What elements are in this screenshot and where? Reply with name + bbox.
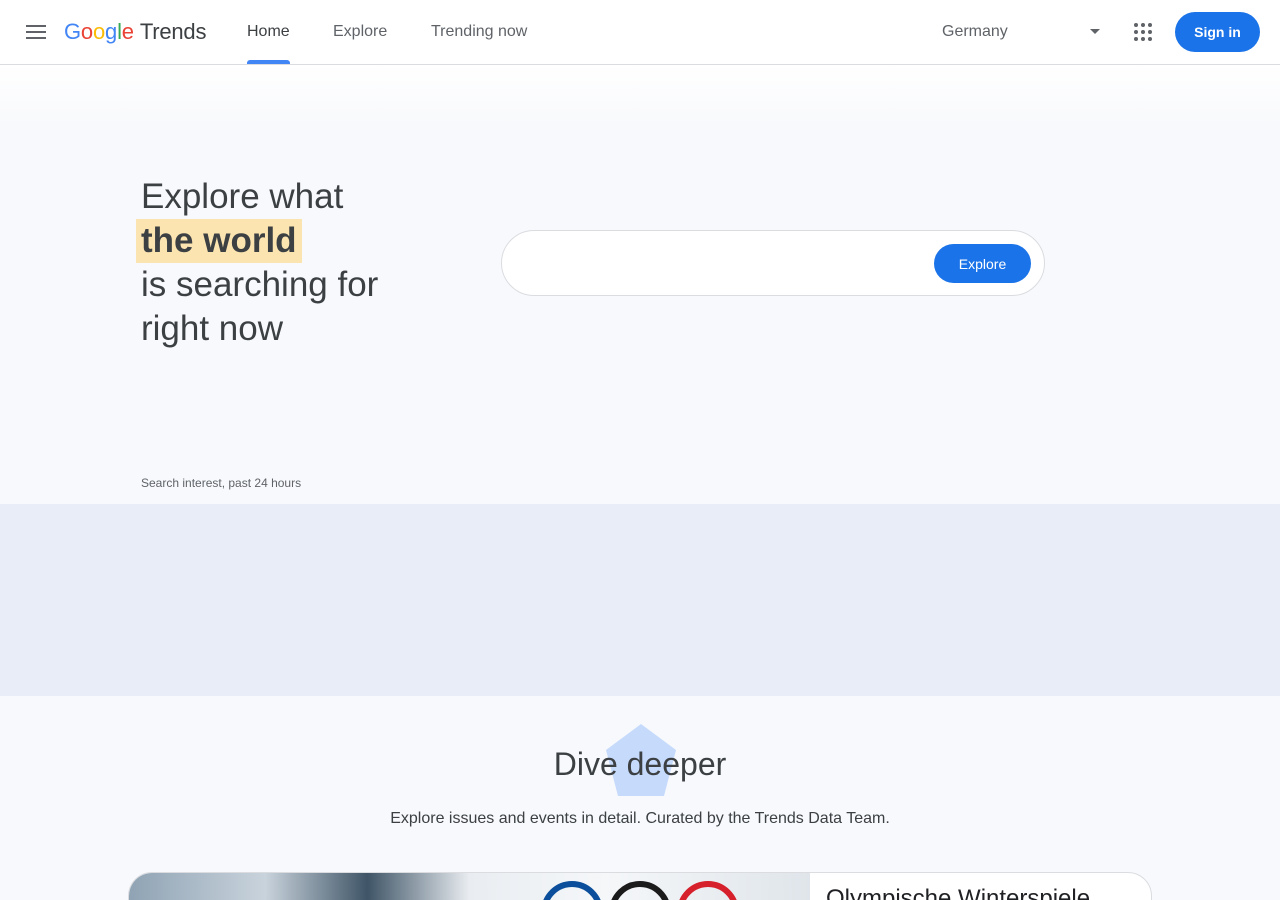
headline-line-4: right now xyxy=(141,309,284,348)
search-interest-band xyxy=(0,504,1280,696)
tab-trending-now-label: Trending now xyxy=(431,23,528,40)
story-image xyxy=(129,873,810,900)
tab-explore-label: Explore xyxy=(333,23,388,40)
tab-trending-now[interactable]: Trending now xyxy=(431,0,527,64)
dive-deeper-subtitle: Explore issues and events in detail. Cur… xyxy=(390,810,890,827)
dropdown-arrow-icon xyxy=(1090,29,1100,34)
google-wordmark: Google xyxy=(64,19,134,44)
hero-headline: Explore what the world is searching for … xyxy=(136,175,379,351)
google-trends-logo[interactable]: Google Trends xyxy=(64,19,206,47)
search-box: Explore xyxy=(501,230,1045,296)
tab-home[interactable]: Home xyxy=(247,0,290,64)
active-tab-indicator xyxy=(247,60,290,64)
main-menu-button[interactable] xyxy=(16,12,56,52)
sign-in-button[interactable]: Sign in xyxy=(1175,12,1260,52)
search-input[interactable] xyxy=(526,249,926,279)
olympic-ring-red xyxy=(677,881,739,900)
headline-highlight: the world xyxy=(136,219,302,263)
google-apps-button[interactable] xyxy=(1123,12,1163,52)
top-app-bar: Google Trends Home Explore Trending now … xyxy=(0,0,1280,65)
hero-section: Explore what the world is searching for … xyxy=(0,65,1280,504)
dive-deeper-section: Dive deeper Explore issues and events in… xyxy=(0,696,1280,900)
olympic-ring-black xyxy=(609,881,671,900)
dive-deeper-title: Dive deeper xyxy=(553,746,727,782)
tab-home-label: Home xyxy=(247,23,290,40)
apps-grid-icon xyxy=(1134,23,1152,41)
country-select-value: Germany xyxy=(942,23,1008,40)
story-title: Olympische Winterspiele xyxy=(826,885,1091,900)
explore-button[interactable]: Explore xyxy=(934,244,1031,283)
olympic-ring-blue xyxy=(541,881,603,900)
trends-wordmark: Trends xyxy=(139,19,207,44)
hamburger-menu-icon xyxy=(26,25,46,39)
headline-line-1: Explore what xyxy=(141,177,344,216)
headline-line-3: is searching for xyxy=(141,265,379,304)
story-card[interactable]: Olympische Winterspiele xyxy=(128,872,1152,900)
tab-explore[interactable]: Explore xyxy=(333,0,387,64)
search-interest-caption: Search interest, past 24 hours xyxy=(141,476,302,490)
country-select[interactable]: Germany xyxy=(926,14,1110,50)
